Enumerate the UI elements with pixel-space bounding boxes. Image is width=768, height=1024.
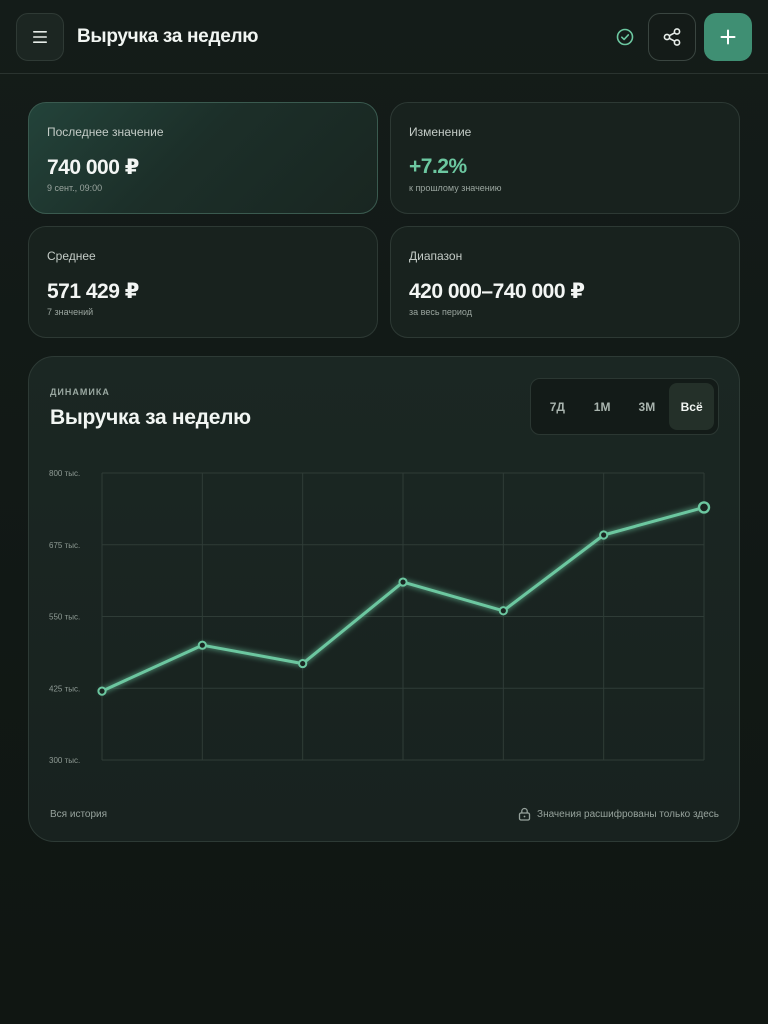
footer-encryption-note: Значения расшифрованы только здесь: [518, 807, 719, 821]
chart-panel: ДИНАМИКА Выручка за неделю 7Д 1М 3М Всё …: [28, 356, 740, 842]
menu-button[interactable]: [16, 13, 64, 61]
stat-value: +7.2%: [409, 155, 467, 178]
footer-history: Вся история: [50, 809, 108, 820]
hamburger-icon: [33, 31, 47, 43]
stat-value: 740 000 ₽: [47, 156, 139, 179]
stat-card-range: Диапазон 420 000–740 000 ₽ за весь перио…: [390, 226, 740, 338]
data-point[interactable]: [697, 501, 711, 514]
check-circle-icon: [616, 28, 634, 46]
top-bar: Выручка за неделю: [0, 0, 768, 74]
stat-label: Изменение: [409, 125, 472, 139]
stat-sub: к прошлому значению: [409, 183, 502, 193]
lock-icon: [518, 807, 531, 821]
stat-value: 420 000–740 000 ₽: [409, 280, 585, 303]
data-point[interactable]: [498, 606, 508, 616]
y-tick-label: 425 тыс.: [49, 684, 80, 693]
share-button[interactable]: [648, 13, 696, 61]
stat-label: Диапазон: [409, 249, 463, 263]
plus-icon: [720, 29, 736, 45]
stat-card-latest: Последнее значение 740 000 ₽ 9 сент., 09…: [28, 102, 378, 214]
line-chart: 800 тыс. 675 тыс. 550 тыс. 425 тыс. 300 тыс.: [49, 469, 711, 765]
data-point[interactable]: [599, 530, 609, 540]
data-point[interactable]: [398, 577, 408, 587]
stat-sub: за весь период: [409, 307, 472, 317]
stat-label: Последнее значение: [47, 125, 164, 139]
page-title: Выручка за неделю: [77, 26, 259, 47]
data-point[interactable]: [298, 658, 308, 669]
stat-sub: 7 значений: [47, 307, 94, 317]
share-icon: [663, 28, 681, 46]
y-tick-label: 550 тыс.: [49, 613, 80, 622]
y-tick-label: 800 тыс.: [49, 469, 80, 478]
data-point[interactable]: [197, 640, 207, 650]
y-tick-label: 300 тыс.: [49, 756, 80, 765]
encryption-note-text: Значения расшифрованы только здесь: [537, 808, 719, 820]
data-point[interactable]: [97, 686, 107, 696]
add-button[interactable]: [704, 13, 752, 61]
y-tick-label: 675 тыс.: [49, 541, 80, 550]
stat-label: Среднее: [47, 249, 96, 263]
stat-value: 571 429 ₽: [47, 280, 139, 303]
stat-sub: 9 сент., 09:00: [47, 183, 103, 193]
stat-card-average: Среднее 571 429 ₽ 7 значений: [28, 226, 378, 338]
stat-card-change: Изменение +7.2% к прошлому значению: [390, 102, 740, 214]
